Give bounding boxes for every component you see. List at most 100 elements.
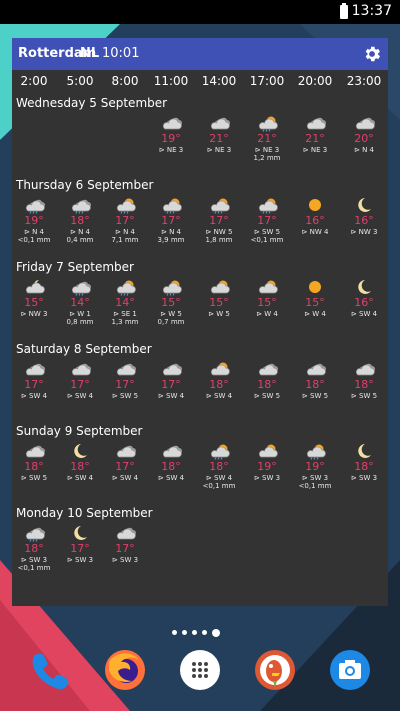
forecast-cell[interactable]: 18° ⊳ SW 4 [196, 360, 242, 400]
forecast-cell[interactable]: 15° ⊳ W 5 0,7 mm [148, 278, 194, 326]
page-dot[interactable] [202, 630, 207, 635]
forecast-cell[interactable]: 17° ⊳ SW 4 [148, 360, 194, 400]
precipitation: 1,8 mm [205, 236, 233, 244]
phone-icon[interactable] [28, 648, 72, 692]
wind: ⊳ SW 5 [20, 474, 48, 482]
forecast-cell[interactable]: 19° ⊳ NE 3 [148, 114, 194, 154]
wind: ⊳ SW 5 [350, 392, 378, 400]
wind: ⊳ SW 3 [111, 556, 139, 564]
day-label: Monday 10 September [16, 506, 153, 520]
wind: ⊳ NE 3 [302, 146, 328, 154]
temperature: 20° [354, 132, 374, 145]
forecast-cell[interactable]: 17° ⊳ SW 4 [11, 360, 57, 400]
forecast-cell[interactable]: 18° ⊳ SW 5 [11, 442, 57, 482]
widget-header[interactable]: Rotterdam NL 10:01 [12, 38, 388, 70]
forecast-cell[interactable]: 15° ⊳ W 4 [292, 278, 338, 318]
forecast-cell[interactable]: 15° ⊳ W 4 [244, 278, 290, 318]
temperature: 16° [354, 296, 374, 309]
weather-widget[interactable]: Rotterdam NL 10:01 2:00 5:00 8:00 11:00 14:0… [12, 38, 388, 606]
sun-icon [309, 281, 321, 293]
forecast-cell[interactable]: 14° ⊳ W 1 0,8 mm [57, 278, 103, 326]
forecast-cell[interactable]: 18° ⊳ SW 5 [244, 360, 290, 400]
firefox-icon[interactable] [103, 648, 147, 692]
sun-cloud-icon [210, 280, 230, 294]
forecast-cell[interactable]: 21° ⊳ NE 3 [292, 114, 338, 154]
temperature: 16° [354, 214, 374, 227]
precipitation: 0,7 mm [157, 318, 185, 326]
hour-header-row: 2:00 5:00 8:00 11:00 14:00 17:00 20:00 23:00 [12, 74, 388, 94]
page-dot[interactable] [182, 630, 187, 635]
gear-icon[interactable] [362, 44, 382, 64]
forecast-cell[interactable]: 19° ⊳ SW 3 <0,1 mm [292, 442, 338, 490]
forecast-cell[interactable]: 15° ⊳ W 5 [196, 278, 242, 318]
sun-cloud-icon [210, 362, 230, 376]
forecast-cell[interactable]: 18° ⊳ SW 3 [341, 442, 387, 482]
hour-label: 14:00 [201, 74, 237, 88]
temperature: 18° [70, 460, 90, 473]
forecast-cell[interactable]: 18° ⊳ SW 4 [57, 442, 103, 482]
forecast-cell[interactable]: 20° ⊳ N 4 [341, 114, 387, 154]
forecast-cell[interactable]: 18° ⊳ N 4 0,4 mm [57, 196, 103, 244]
sun-cloud-icon [258, 280, 278, 294]
forecast-cell[interactable]: 18° ⊳ SW 5 [341, 360, 387, 400]
forecast-cell[interactable]: 17° ⊳ NW 5 1,8 mm [196, 196, 242, 244]
forecast-cell[interactable]: 17° ⊳ SW 3 [102, 524, 148, 564]
forecast-cell[interactable]: 17° ⊳ SW 5 [102, 360, 148, 400]
cloud-icon [306, 117, 326, 130]
temperature: 15° [257, 296, 277, 309]
forecast-cell[interactable]: 15° ⊳ NW 3 [11, 278, 57, 318]
forecast-cell[interactable]: 18° ⊳ SW 4 [148, 442, 194, 482]
page-dot[interactable] [212, 628, 220, 637]
temperature: 17° [70, 378, 90, 391]
page-indicator[interactable] [172, 622, 232, 637]
temperature: 15° [209, 296, 229, 309]
forecast-cell[interactable]: 21° ⊳ NE 3 1,2 mm [244, 114, 290, 162]
precipitation: 0,8 mm [66, 318, 94, 326]
hour-label: 8:00 [111, 74, 139, 88]
day-label: Sunday 9 September [16, 424, 143, 438]
wind: ⊳ W 4 [304, 310, 326, 318]
page-dot[interactable] [192, 630, 197, 635]
forecast-cell[interactable]: 17° ⊳ SW 5 <0,1 mm [244, 196, 290, 244]
cloud-icon [116, 363, 136, 376]
hour-label: 20:00 [297, 74, 333, 88]
temperature: 18° [209, 378, 229, 391]
app-drawer-icon[interactable] [178, 648, 222, 692]
forecast-cell[interactable]: 17° ⊳ SW 3 [57, 524, 103, 564]
forecast-cell[interactable]: 14° ⊳ SE 1 1,3 mm [102, 278, 148, 326]
wind: ⊳ NW 3 [20, 310, 48, 318]
forecast-cell[interactable]: 16° ⊳ NW 4 [292, 196, 338, 236]
forecast-cell[interactable]: 18° ⊳ SW 3 <0,1 mm [11, 524, 57, 572]
wind: ⊳ NE 3 [254, 146, 280, 154]
moon-icon [358, 444, 371, 458]
forecast-cell[interactable]: 16° ⊳ NW 3 [341, 196, 387, 236]
forecast-cell[interactable]: 17° ⊳ SW 4 [57, 360, 103, 400]
cloud-rain-icon [25, 527, 45, 542]
cloud-rain-icon [25, 199, 45, 214]
wind: ⊳ SW 5 [253, 228, 281, 236]
update-time: 10:01 [102, 46, 140, 61]
forecast-cell[interactable]: 16° ⊳ SW 4 [341, 278, 387, 318]
forecast-cell[interactable]: 18° ⊳ SW 5 [292, 360, 338, 400]
precipitation: <0,1 mm [250, 236, 284, 244]
cloud-icon [210, 117, 230, 130]
sun-cloud-rain-icon [210, 198, 230, 214]
duckduckgo-icon[interactable] [253, 648, 297, 692]
day-label: Wednesday 5 September [16, 96, 168, 110]
temperature: 15° [305, 296, 325, 309]
forecast-cell[interactable]: 19° ⊳ N 4 <0,1 mm [11, 196, 57, 244]
precipitation: 3,9 mm [157, 236, 185, 244]
forecast-cell[interactable]: 19° ⊳ SW 3 [244, 442, 290, 482]
status-bar: 13:37 [0, 0, 400, 24]
temperature: 21° [257, 132, 277, 145]
forecast-cell[interactable]: 21° ⊳ NE 3 [196, 114, 242, 154]
temperature: 18° [354, 460, 374, 473]
forecast-cell[interactable]: 17° ⊳ N 4 7,1 mm [102, 196, 148, 244]
forecast-cell[interactable]: 17° ⊳ SW 4 [102, 442, 148, 482]
temperature: 17° [115, 460, 135, 473]
page-dot[interactable] [172, 630, 177, 635]
camera-icon[interactable] [328, 648, 372, 692]
precipitation: <0,1 mm [17, 564, 51, 572]
forecast-cell[interactable]: 18° ⊳ SW 4 <0,1 mm [196, 442, 242, 490]
forecast-cell[interactable]: 17° ⊳ N 4 3,9 mm [148, 196, 194, 244]
